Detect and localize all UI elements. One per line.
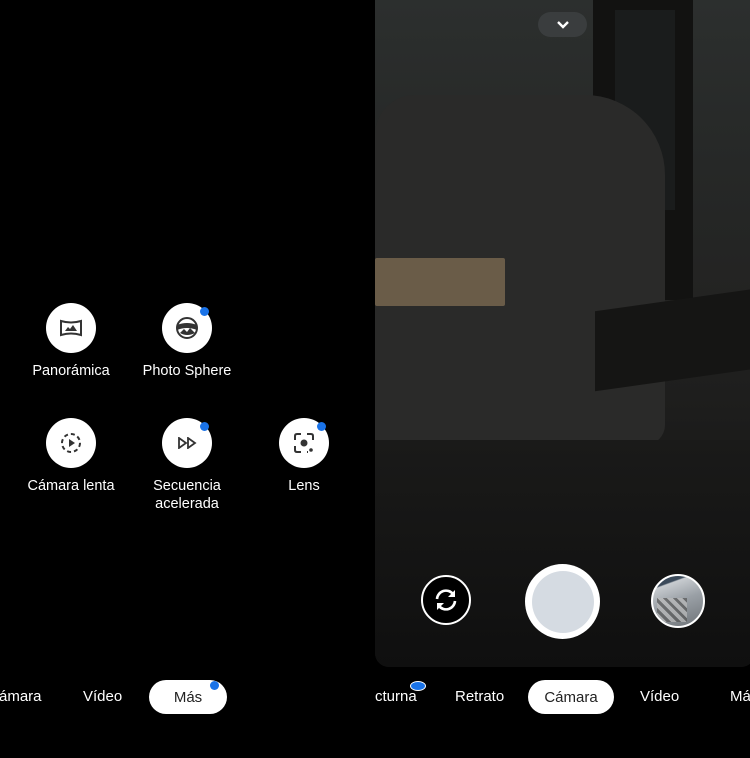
collapse-button[interactable] [538,12,587,37]
tab-retrato[interactable]: Retrato [455,688,504,705]
chevron-down-icon [556,20,569,29]
tab-video[interactable]: Vídeo [640,688,679,705]
switch-camera-icon [435,589,457,611]
tab-nocturna[interactable]: cturna [375,688,417,705]
new-badge-dot [317,422,326,431]
time-lapse-icon [178,437,197,449]
photo-sphere-icon [176,317,198,339]
photo-sphere-label: Photo Sphere [142,363,232,379]
thumbnail-keys [657,598,687,622]
shutter-button[interactable] [525,564,600,639]
slow-motion-mode-button[interactable] [46,418,96,468]
slow-motion-icon [61,433,81,453]
new-badge-dot [410,681,426,691]
new-badge-dot [200,307,209,316]
slow-motion-label: Cámara lenta [27,478,115,494]
tab-camara-selected[interactable]: Cámara [528,680,614,714]
new-badge-dot [210,681,219,690]
switch-camera-button[interactable] [421,575,471,625]
panorama-icon [60,319,82,337]
time-lapse-label-line1: Secuencia [153,478,221,494]
tab-video[interactable]: Vídeo [83,688,122,705]
tab-mas[interactable]: Má [730,688,750,705]
time-lapse-label-line2: acelerada [155,496,219,512]
tab-camara[interactable]: ámara [0,688,42,705]
shutter-inner [531,570,594,633]
more-modes-panel: Panorámica Photo Sphere Cámara lenta Sec… [0,0,375,758]
scene-object [375,258,505,306]
new-badge-dot [200,422,209,431]
lens-label: Lens [288,478,320,494]
lens-icon [294,433,314,453]
gallery-thumbnail[interactable] [651,574,705,628]
panorama-mode-button[interactable] [46,303,96,353]
panorama-label: Panorámica [32,363,110,379]
time-lapse-label: Secuencia acelerada [127,477,247,513]
